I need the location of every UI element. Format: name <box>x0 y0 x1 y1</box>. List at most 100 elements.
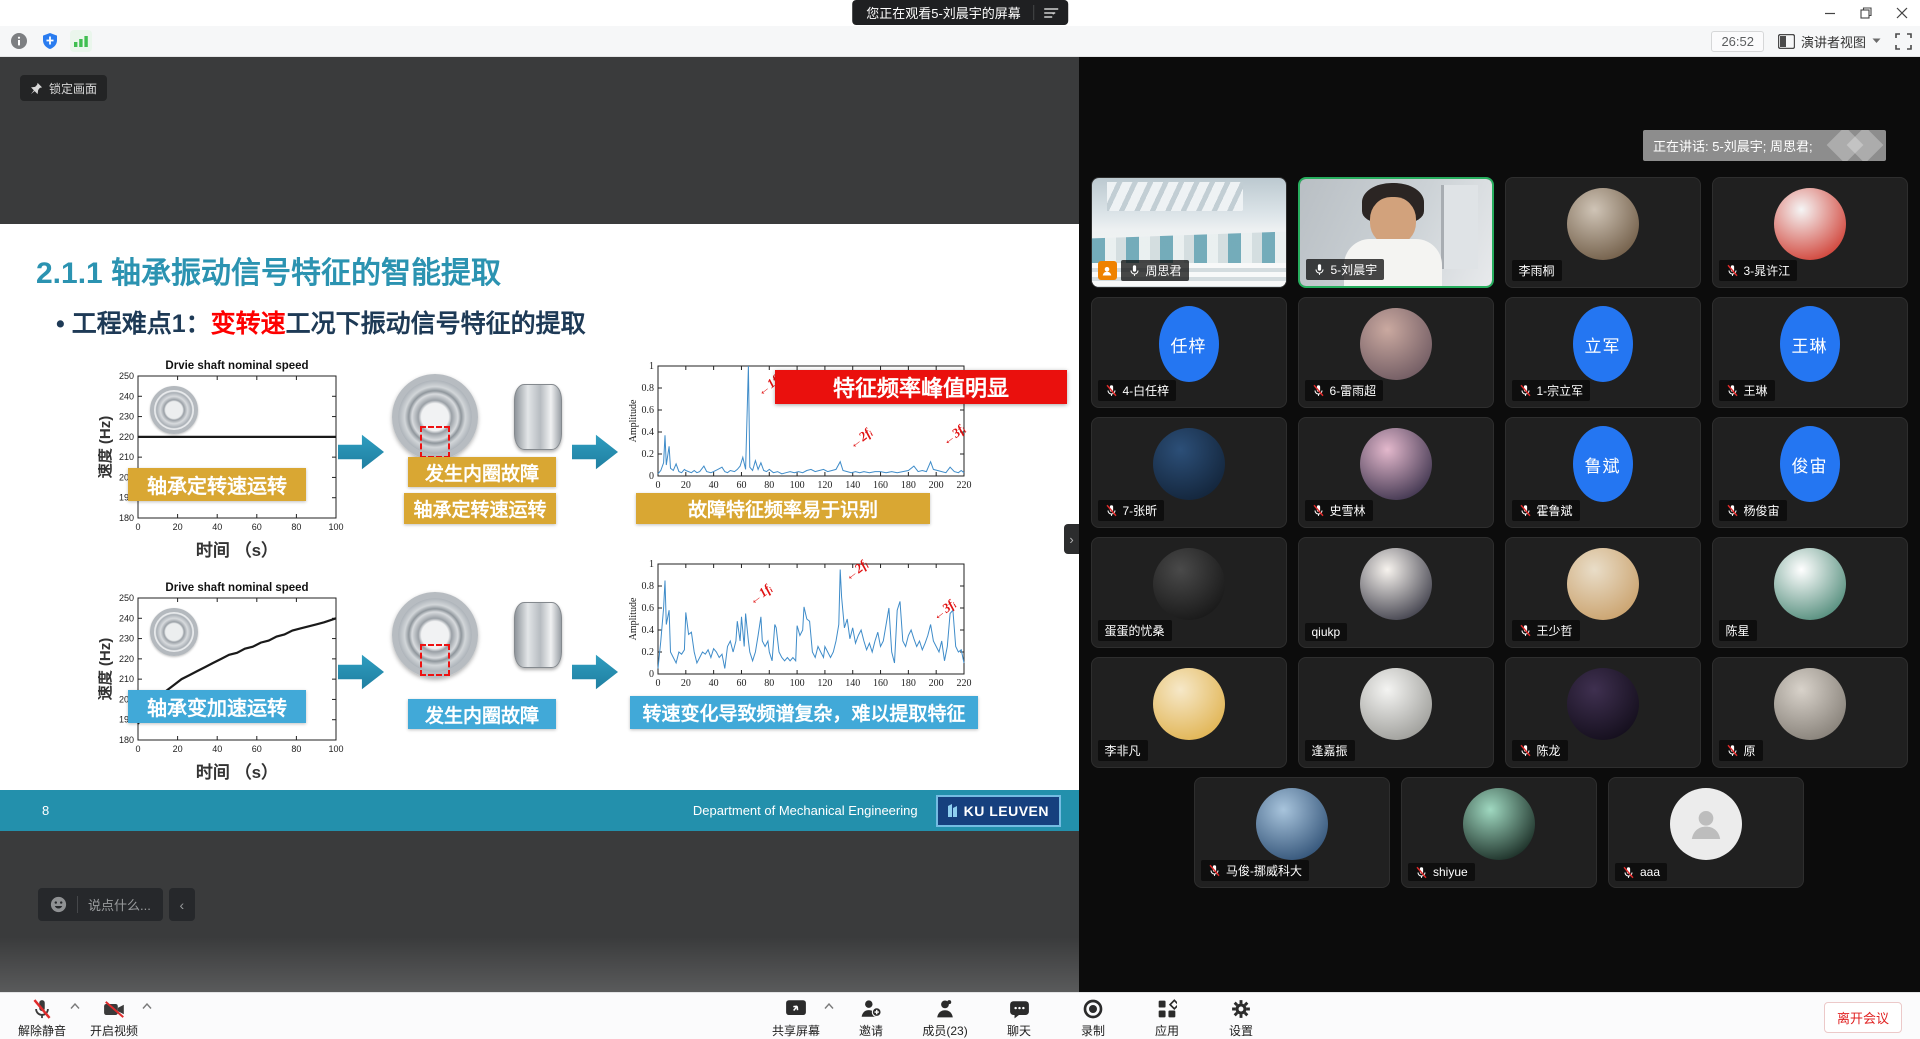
svg-text:80: 80 <box>764 678 774 689</box>
chevron-up-icon[interactable] <box>142 1003 152 1009</box>
toolbar-record-button[interactable]: 录制 <box>1068 996 1124 1039</box>
participant-tile[interactable]: 原 <box>1712 657 1908 768</box>
fullscreen-icon[interactable] <box>1895 33 1912 50</box>
meeting-info-icon[interactable] <box>8 30 30 52</box>
avatar <box>1774 548 1846 620</box>
participant-tile[interactable]: 鲁斌 霍鲁斌 <box>1505 417 1701 528</box>
toolbar-camera-off-button[interactable]: 开启视频 <box>88 996 146 1039</box>
window-title-bar: 您正在观看5-刘晨宇的屏幕 <box>0 0 1920 26</box>
participant-tile[interactable]: 马俊-挪威科大 <box>1194 777 1390 888</box>
participant-name: 蛋蛋的忧桑 <box>1105 622 1165 639</box>
ku-leuven-emblem-icon <box>946 803 959 819</box>
svg-text:0.4: 0.4 <box>642 427 655 438</box>
svg-text:100: 100 <box>790 480 805 491</box>
svg-text:Amplitude: Amplitude <box>628 399 639 442</box>
panel-expand-handle[interactable]: › <box>1064 524 1079 554</box>
participant-tile[interactable]: 蛋蛋的忧桑 <box>1091 537 1287 648</box>
participant-name: 5-刘晨宇 <box>1331 261 1378 278</box>
participants-panel: 正在讲话: 5-刘晨宇; 周思君; 周思君 5-刘晨宇 李雨桐 3-晁许江任梓 4… <box>1079 57 1920 992</box>
toolbar-members-button[interactable]: 成员(23) <box>920 996 976 1039</box>
avatar <box>1774 668 1846 740</box>
speed-chart-varying: 020406080100180190200210220230240250Driv… <box>98 580 353 782</box>
participant-tile[interactable]: 6-雷雨超 <box>1298 297 1494 408</box>
label-on-chart-varying: 轴承变加速运转 <box>128 690 306 723</box>
svg-text:0.8: 0.8 <box>642 383 655 394</box>
participant-name: 逢嘉振 <box>1312 742 1348 759</box>
department-label: Department of Mechanical Engineering <box>693 803 918 818</box>
svg-text:0.8: 0.8 <box>642 581 655 592</box>
participant-tile[interactable]: 俊宙 杨俊宙 <box>1712 417 1908 528</box>
participant-tile[interactable]: 陈龙 <box>1505 657 1701 768</box>
participant-tile[interactable]: qiukp <box>1298 537 1494 648</box>
chat-input[interactable]: 说点什么... <box>38 888 163 921</box>
avatar <box>1256 788 1328 860</box>
svg-text:0.2: 0.2 <box>642 647 655 658</box>
lock-view-button[interactable]: 锁定画面 <box>20 75 107 101</box>
participant-name: 李雨桐 <box>1519 262 1555 279</box>
participant-tile[interactable]: 逢嘉振 <box>1298 657 1494 768</box>
participant-name: shiyue <box>1433 865 1468 879</box>
chat-placeholder: 说点什么... <box>88 895 151 914</box>
members-icon <box>935 998 955 1020</box>
participant-tile[interactable]: shiyue <box>1401 777 1597 888</box>
toolbar-button-label: 录制 <box>1081 1022 1105 1039</box>
avatar <box>1360 548 1432 620</box>
avatar <box>1567 548 1639 620</box>
participant-tile[interactable]: 周思君 <box>1091 177 1287 288</box>
participant-name: 6-雷雨超 <box>1330 382 1377 399</box>
toolbar-chat-button[interactable]: 聊天 <box>994 996 1050 1039</box>
shared-screen-stage: 锁定画面 2.1.1 轴承振动信号特征的智能提取 • 工程难点1：变转速工况下振… <box>0 57 1079 992</box>
toolbar-button-label: 设置 <box>1229 1022 1253 1039</box>
svg-text:0.6: 0.6 <box>642 405 655 416</box>
mic-muted-icon <box>1726 504 1739 517</box>
quick-chat-bar[interactable]: 说点什么... ‹ <box>38 888 195 921</box>
participant-tile[interactable]: 史雪林 <box>1298 417 1494 528</box>
svg-text:240: 240 <box>119 613 134 623</box>
participant-tile[interactable]: 7-张昕 <box>1091 417 1287 528</box>
speaking-indicator: 正在讲话: 5-刘晨宇; 周思君; <box>1643 130 1886 161</box>
toolbar-settings-button[interactable]: 设置 <box>1216 996 1272 1039</box>
participant-tile[interactable]: 李雨桐 <box>1505 177 1701 288</box>
chevron-up-icon[interactable] <box>824 1003 834 1009</box>
toolbar-mic-muted-button[interactable]: 解除静音 <box>16 996 74 1039</box>
label-inner-race-fault-2: 发生内圈故障 <box>408 699 556 729</box>
participant-tile[interactable]: 陈星 <box>1712 537 1908 648</box>
emoji-icon[interactable] <box>50 896 67 913</box>
participant-tile[interactable]: 5-刘晨宇 <box>1298 177 1494 288</box>
network-signal-icon[interactable] <box>70 30 92 52</box>
participant-tile[interactable]: 王琳 王琳 <box>1712 297 1908 408</box>
mic-muted-icon <box>1622 866 1635 879</box>
pill-menu-icon[interactable] <box>1034 0 1068 25</box>
close-icon[interactable] <box>1884 0 1920 26</box>
toolbar-screen-share-button[interactable]: 共享屏幕 <box>770 996 828 1039</box>
participant-name: 1-宗立军 <box>1537 382 1584 399</box>
participant-tile[interactable]: 任梓 4-白任梓 <box>1091 297 1287 408</box>
svg-text:80: 80 <box>291 744 301 754</box>
view-mode-selector[interactable]: 演讲者视图 <box>1778 32 1881 51</box>
svg-text:0: 0 <box>649 471 654 482</box>
participant-tile[interactable]: 王少哲 <box>1505 537 1701 648</box>
participant-name: 王琳 <box>1744 382 1768 399</box>
participant-tile[interactable]: 立军 1-宗立军 <box>1505 297 1701 408</box>
toolbar-button-label: 成员(23) <box>922 1022 967 1039</box>
svg-text:160: 160 <box>873 678 888 689</box>
chevron-down-icon <box>1872 38 1881 44</box>
svg-text:0.4: 0.4 <box>642 625 655 636</box>
restore-icon[interactable] <box>1848 0 1884 26</box>
slide-bullet: • 工程难点1：变转速工况下振动信号特征的提取 <box>56 304 586 340</box>
participant-tile[interactable]: 3-晁许江 <box>1712 177 1908 288</box>
participant-tile[interactable]: aaa <box>1608 777 1804 888</box>
leave-meeting-button[interactable]: 离开会议 <box>1824 1002 1902 1033</box>
toolbar-apps-button[interactable]: 应用 <box>1142 996 1198 1039</box>
security-shield-icon[interactable] <box>39 30 61 52</box>
fault-highlight-box <box>420 644 450 676</box>
minimize-icon[interactable] <box>1812 0 1848 26</box>
participant-name: 杨俊宙 <box>1744 502 1780 519</box>
chevron-up-icon[interactable] <box>70 1003 80 1009</box>
svg-text:210: 210 <box>119 452 134 462</box>
avatar <box>1567 668 1639 740</box>
toolbar-invite-button[interactable]: 邀请 <box>846 996 902 1039</box>
chat-collapse-icon[interactable]: ‹ <box>169 888 195 921</box>
participant-tile[interactable]: 李非凡 <box>1091 657 1287 768</box>
arrow-right-icon <box>572 434 618 470</box>
